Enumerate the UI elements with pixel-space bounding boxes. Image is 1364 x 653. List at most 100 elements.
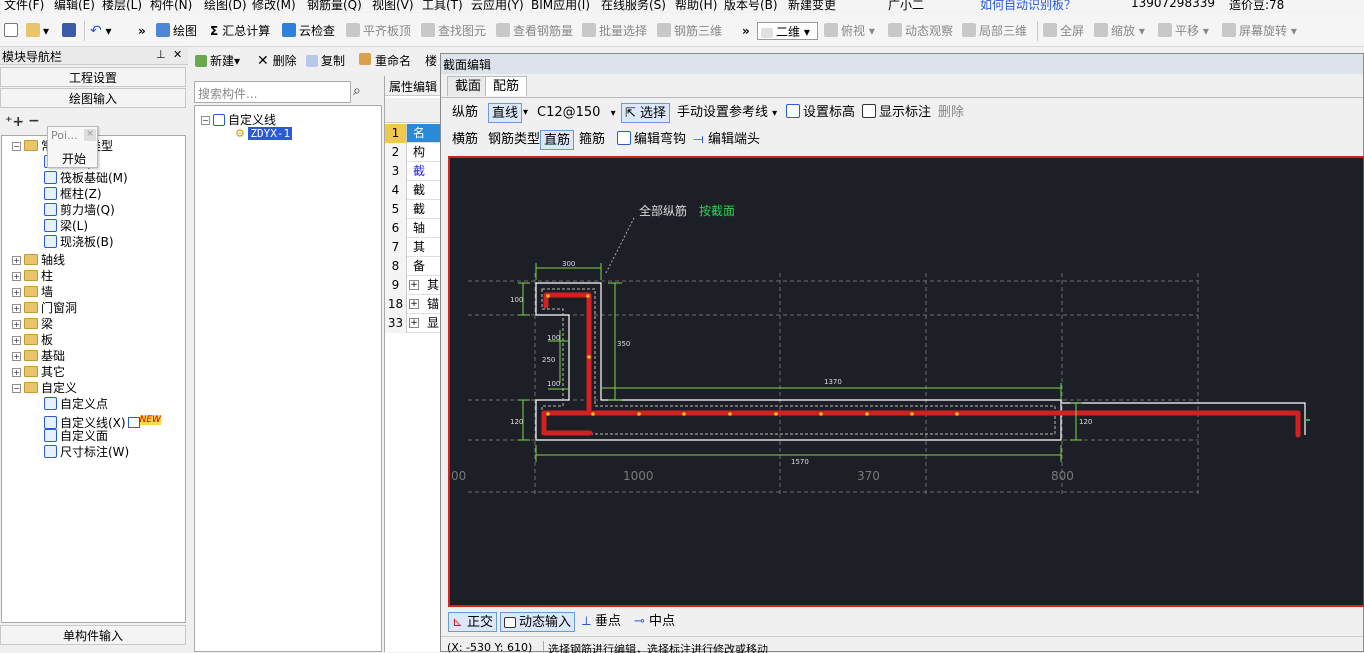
tree-item[interactable]: − 自定义 [12, 380, 77, 396]
tree-item[interactable]: + 其它 [12, 364, 65, 380]
rebar-spec-input[interactable]: C12@150 ▾ [537, 103, 616, 123]
property-row[interactable]: 8备 [385, 257, 441, 276]
rebar-point[interactable] [910, 412, 914, 416]
toolbar-overflow-icon[interactable]: » [138, 22, 146, 40]
straight-rebar-button[interactable]: 直筋 [540, 130, 575, 150]
tab-section[interactable]: 截面 [447, 76, 490, 96]
tooltip-start[interactable]: 开始 [62, 150, 86, 167]
dim-label-vert-height[interactable]: 350 [617, 340, 630, 348]
line-type-dropdown-icon[interactable]: ▾ [523, 103, 528, 123]
expand-toggle-icon[interactable]: + [409, 318, 419, 328]
tree-item[interactable]: + 梁 [12, 316, 53, 332]
expand-toggle-icon[interactable]: + [12, 272, 21, 281]
rebar-point[interactable] [774, 412, 778, 416]
tree-item[interactable]: + 门窗洞 [12, 300, 77, 316]
local-3d-button[interactable]: 局部三维 [962, 22, 1027, 40]
menu-item[interactable]: 楼层(L) [102, 0, 142, 12]
property-row[interactable]: 1名 [385, 124, 441, 143]
menu-item[interactable]: 构件(N) [150, 0, 192, 12]
tab-rebar[interactable]: 配筋 [485, 76, 528, 96]
menu-item[interactable]: 云应用(Y) [471, 0, 524, 12]
menu-item[interactable]: 新建变更 [788, 0, 836, 12]
tree-item[interactable]: + 墙 [12, 284, 53, 300]
tree-item[interactable]: 筏板基础(M) [44, 170, 128, 186]
dim-label-total-length[interactable]: 1570 [791, 458, 809, 466]
expand-toggle-icon[interactable]: + [12, 352, 21, 361]
undo-icon[interactable]: ↶ ▾ [90, 22, 112, 40]
expand-toggle-icon[interactable]: + [12, 336, 21, 345]
rebar-point[interactable] [955, 412, 959, 416]
tree-item[interactable]: + 轴线 [12, 252, 65, 268]
tree-item[interactable]: 剪力墙(Q) [44, 202, 115, 218]
menu-item[interactable]: 绘图(D) [204, 0, 247, 12]
rebar-point[interactable] [865, 412, 869, 416]
property-row[interactable]: 2构 [385, 143, 441, 162]
tooltip-close-icon[interactable]: × [84, 129, 96, 141]
search-icon[interactable]: ⌕ [353, 83, 361, 99]
tree-item[interactable]: + 柱 [12, 268, 53, 284]
fullscreen-button[interactable]: 全屏 [1043, 22, 1084, 40]
expand-toggle-icon[interactable]: + [12, 288, 21, 297]
expand-all-icon[interactable]: ⁺+ [5, 114, 24, 130]
rebar-point[interactable] [546, 412, 550, 416]
ortho-button[interactable]: ⊾ 正交 [448, 612, 498, 632]
search-component-input[interactable]: 搜索构件... [194, 81, 351, 103]
menu-item[interactable]: 帮助(H) [675, 0, 717, 12]
stirrup-button[interactable]: 箍筋 [579, 130, 605, 150]
midpoint-button[interactable]: ⊸ 中点 [634, 612, 675, 632]
expand-toggle-icon[interactable]: + [12, 320, 21, 329]
property-row[interactable]: 33 + 显 [385, 314, 441, 333]
section-drawing-canvas[interactable]: 全部纵筋 按截面 300 100 350 100 250 100 1370 12… [448, 156, 1364, 607]
batch-select-button[interactable]: 批量选择 [582, 22, 647, 40]
set-elevation-button[interactable]: 设置标高 [786, 103, 855, 123]
dynamic-observe-button[interactable]: 动态观察 [888, 22, 953, 40]
expand-toggle-icon[interactable]: + [12, 256, 21, 265]
rebar-point[interactable] [546, 294, 550, 298]
property-row[interactable]: 18 + 锚 [385, 295, 441, 314]
collapse-all-icon[interactable]: − [28, 113, 40, 129]
zoom-button[interactable]: 缩放 ▾ [1094, 22, 1145, 40]
save-icon[interactable] [62, 22, 79, 40]
menu-item[interactable]: 工具(T) [422, 0, 463, 12]
edit-end-button[interactable]: ⟞ 编辑端头 [693, 130, 760, 150]
expand-toggle-icon[interactable]: + [409, 299, 419, 309]
delete-button[interactable]: 删除 [938, 103, 964, 123]
sum-button[interactable]: Σ 汇总计算 [210, 22, 270, 40]
dim-label-mid-width[interactable]: 100 [547, 334, 560, 342]
toolbar-overflow-icon-2[interactable]: » [742, 22, 750, 40]
dim-label-web-width[interactable]: 100 [547, 380, 560, 388]
dim-label-bottom-height[interactable]: 120 [510, 418, 523, 426]
menu-item[interactable]: 文件(F) [4, 0, 44, 12]
edit-hook-button[interactable]: 编辑弯钩 [617, 130, 686, 150]
property-row[interactable]: 7其 [385, 238, 441, 257]
property-row[interactable]: 9 + 其 [385, 276, 441, 295]
menu-item[interactable]: 造价豆:78 [1229, 0, 1284, 12]
menu-item[interactable]: 13907298339 [1131, 0, 1215, 10]
menu-item[interactable]: 钢筋量(Q) [307, 0, 362, 12]
tree-item[interactable]: 自定义点 [44, 396, 108, 412]
open-file-icon[interactable]: ▾ [26, 22, 49, 40]
single-component-input-button[interactable]: 单构件输入 [0, 625, 186, 645]
new-component-button[interactable]: 新建▾ [195, 52, 240, 69]
tree-item[interactable]: 尺寸标注(W) [44, 444, 129, 460]
property-row[interactable]: 4截 [385, 181, 441, 200]
select-button[interactable]: ⇱ 选择 [621, 103, 671, 123]
expand-toggle-icon[interactable]: + [12, 304, 21, 313]
tree-item[interactable]: + 基础 [12, 348, 65, 364]
rebar-point[interactable] [819, 412, 823, 416]
annotation-by-section[interactable]: 按截面 [699, 204, 735, 218]
rebar-point[interactable] [682, 412, 686, 416]
copy-component-button[interactable]: 复制 [306, 52, 345, 69]
delete-component-button[interactable]: ✕ 删除 [257, 52, 297, 69]
tree-item-zdyx-1[interactable]: ⚙ ZDYX-1 [235, 127, 293, 140]
rebar-point[interactable] [637, 412, 641, 416]
dim-label-top-width[interactable]: 300 [562, 260, 575, 268]
expand-toggle-icon[interactable]: + [12, 368, 21, 377]
cloud-check-button[interactable]: 云检查 [282, 22, 335, 40]
menu-item[interactable]: 修改(M) [252, 0, 296, 12]
property-row[interactable]: 6轴 [385, 219, 441, 238]
rebar-point[interactable] [728, 412, 732, 416]
expand-toggle-icon[interactable]: − [12, 384, 21, 393]
menu-item[interactable]: 如何自动识别板？ [980, 0, 1076, 12]
dim-label-bottom-length[interactable]: 1370 [824, 378, 842, 386]
